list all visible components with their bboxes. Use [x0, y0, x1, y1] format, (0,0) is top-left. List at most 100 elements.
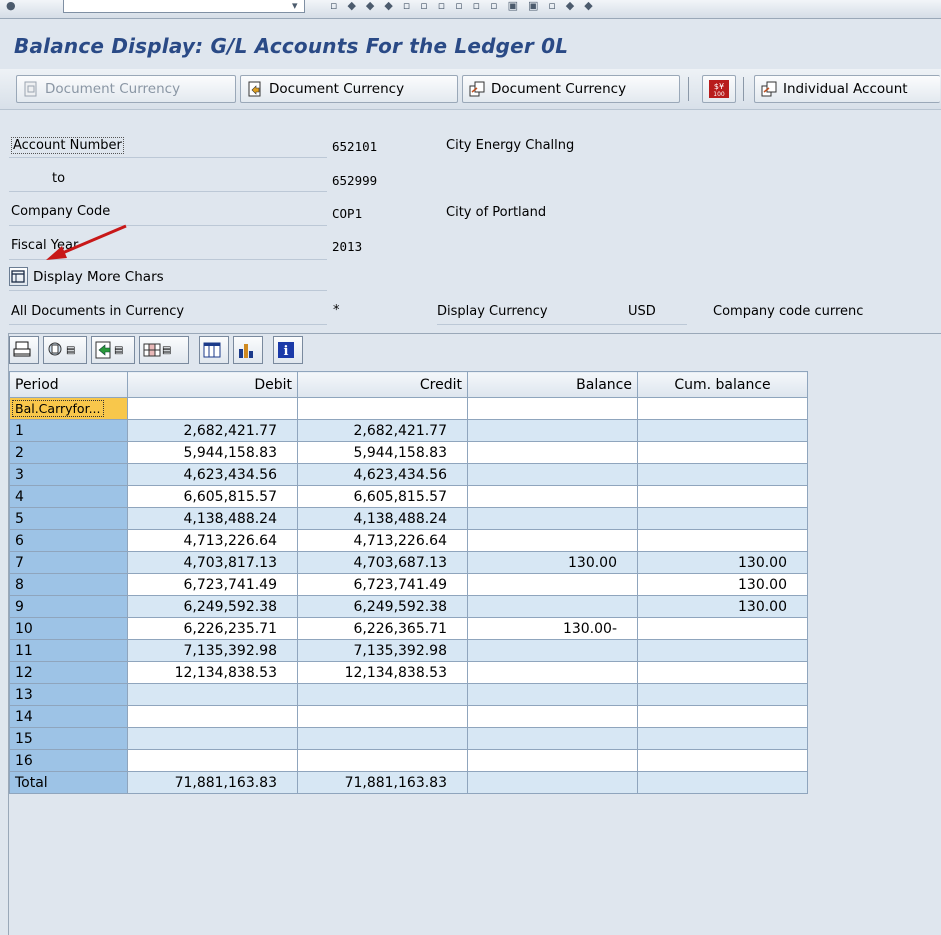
debit-cell[interactable]: 5,944,158.83	[127, 441, 298, 464]
credit-cell[interactable]	[297, 749, 468, 772]
balance-cell[interactable]	[467, 529, 638, 552]
debit-cell[interactable]: 71,881,163.83	[127, 771, 298, 794]
debit-cell[interactable]: 4,138,488.24	[127, 507, 298, 530]
table-row[interactable]: 16	[9, 749, 934, 772]
cum-balance-cell[interactable]	[637, 639, 808, 662]
balance-cell[interactable]	[467, 573, 638, 596]
period-cell[interactable]: 9	[9, 595, 128, 618]
debit-cell[interactable]	[127, 705, 298, 728]
balance-cell[interactable]: 130.00	[467, 551, 638, 574]
period-cell[interactable]: 5	[9, 507, 128, 530]
credit-cell[interactable]	[297, 727, 468, 750]
period-cell[interactable]: 8	[9, 573, 128, 596]
credit-cell[interactable]: 5,944,158.83	[297, 441, 468, 464]
currency-calculator-button[interactable]: $¥ 100	[702, 75, 736, 103]
table-row[interactable]: 1 2,682,421.77 2,682,421.77	[9, 419, 934, 442]
period-cell[interactable]: 11	[9, 639, 128, 662]
period-cell[interactable]: 1	[9, 419, 128, 442]
cum-balance-cell[interactable]	[637, 683, 808, 706]
credit-cell[interactable]: 6,605,815.57	[297, 485, 468, 508]
cum-balance-cell[interactable]	[637, 727, 808, 750]
individual-account-button[interactable]: Individual Account	[754, 75, 940, 103]
table-row[interactable]: 14	[9, 705, 934, 728]
table-row[interactable]: 6 4,713,226.64 4,713,226.64	[9, 529, 934, 552]
period-cell[interactable]: 3	[9, 463, 128, 486]
cum-balance-cell[interactable]: 130.00	[637, 595, 808, 618]
balance-cell[interactable]	[467, 749, 638, 772]
credit-cell[interactable]: 6,226,365.71	[297, 617, 468, 640]
balance-cell[interactable]	[467, 441, 638, 464]
column-header-credit[interactable]: Credit	[297, 371, 468, 398]
table-row[interactable]: Bal.Carryfor...	[9, 397, 934, 420]
period-cell[interactable]: 6	[9, 529, 128, 552]
debit-cell[interactable]	[127, 749, 298, 772]
cum-balance-cell[interactable]	[637, 397, 808, 420]
table-row[interactable]: 4 6,605,815.57 6,605,815.57	[9, 485, 934, 508]
debit-cell[interactable]: 6,605,815.57	[127, 485, 298, 508]
table-row[interactable]: 9 6,249,592.38 6,249,592.38 130.00	[9, 595, 934, 618]
debit-cell[interactable]: 6,249,592.38	[127, 595, 298, 618]
balance-cell[interactable]	[467, 727, 638, 750]
credit-cell[interactable]: 4,623,434.56	[297, 463, 468, 486]
cum-balance-cell[interactable]	[637, 529, 808, 552]
cum-balance-cell[interactable]	[637, 507, 808, 530]
table-row[interactable]: 3 4,623,434.56 4,623,434.56	[9, 463, 934, 486]
table-row[interactable]: 13	[9, 683, 934, 706]
layout-button[interactable]: ▤	[139, 336, 189, 364]
cum-balance-cell[interactable]	[637, 463, 808, 486]
print-button[interactable]	[9, 336, 39, 364]
credit-cell[interactable]: 7,135,392.98	[297, 639, 468, 662]
balance-cell[interactable]	[467, 595, 638, 618]
columns-button[interactable]	[199, 336, 229, 364]
table-row[interactable]: 15	[9, 727, 934, 750]
table-row[interactable]: 8 6,723,741.49 6,723,741.49 130.00	[9, 573, 934, 596]
credit-cell[interactable]: 4,138,488.24	[297, 507, 468, 530]
credit-cell[interactable]: 4,703,687.13	[297, 551, 468, 574]
debit-cell[interactable]: 4,703,817.13	[127, 551, 298, 574]
cum-balance-cell[interactable]	[637, 705, 808, 728]
period-cell[interactable]: 2	[9, 441, 128, 464]
column-header-period[interactable]: Period	[9, 371, 128, 398]
column-header-cum-balance[interactable]: Cum. balance	[637, 371, 808, 398]
credit-cell[interactable]: 6,723,741.49	[297, 573, 468, 596]
balance-cell[interactable]	[467, 639, 638, 662]
table-row[interactable]: 12 12,134,838.53 12,134,838.53	[9, 661, 934, 684]
cum-balance-cell[interactable]	[637, 617, 808, 640]
export-button[interactable]: ▤	[91, 336, 135, 364]
balance-cell[interactable]	[467, 507, 638, 530]
credit-cell[interactable]: 4,713,226.64	[297, 529, 468, 552]
balance-cell[interactable]	[467, 771, 638, 794]
debit-cell[interactable]: 12,134,838.53	[127, 661, 298, 684]
credit-cell[interactable]: 2,682,421.77	[297, 419, 468, 442]
debit-cell[interactable]	[127, 683, 298, 706]
credit-cell[interactable]: 12,134,838.53	[297, 661, 468, 684]
credit-cell[interactable]	[297, 705, 468, 728]
balance-cell[interactable]	[467, 463, 638, 486]
table-row[interactable]: 11 7,135,392.98 7,135,392.98	[9, 639, 934, 662]
cum-balance-cell[interactable]: 130.00	[637, 573, 808, 596]
period-cell[interactable]: 15	[9, 727, 128, 750]
chevron-down-icon[interactable]: ▾	[292, 0, 298, 12]
debit-cell[interactable]: 6,723,741.49	[127, 573, 298, 596]
balance-cell[interactable]	[467, 661, 638, 684]
table-row[interactable]: 2 5,944,158.83 5,944,158.83	[9, 441, 934, 464]
debit-cell[interactable]: 4,713,226.64	[127, 529, 298, 552]
balance-cell[interactable]	[467, 485, 638, 508]
cum-balance-cell[interactable]	[637, 749, 808, 772]
cum-balance-cell[interactable]: 130.00	[637, 551, 808, 574]
details-button[interactable]: ▤	[43, 336, 87, 364]
display-more-chars-button[interactable]	[9, 267, 28, 286]
system-function-icons[interactable]: ▫◆◆◆▫▫▫▫▫▫▣▣▫◆◆	[330, 0, 603, 12]
period-cell[interactable]: Total	[9, 771, 128, 794]
period-cell[interactable]: 7	[9, 551, 128, 574]
cum-balance-cell[interactable]	[637, 661, 808, 684]
period-cell[interactable]: 10	[9, 617, 128, 640]
balance-cell[interactable]	[467, 683, 638, 706]
credit-cell[interactable]	[297, 397, 468, 420]
chart-button[interactable]	[233, 336, 263, 364]
period-cell[interactable]: 13	[9, 683, 128, 706]
info-button[interactable]: i	[273, 336, 303, 364]
period-cell[interactable]: 16	[9, 749, 128, 772]
period-cell[interactable]: 14	[9, 705, 128, 728]
debit-cell[interactable]	[127, 727, 298, 750]
